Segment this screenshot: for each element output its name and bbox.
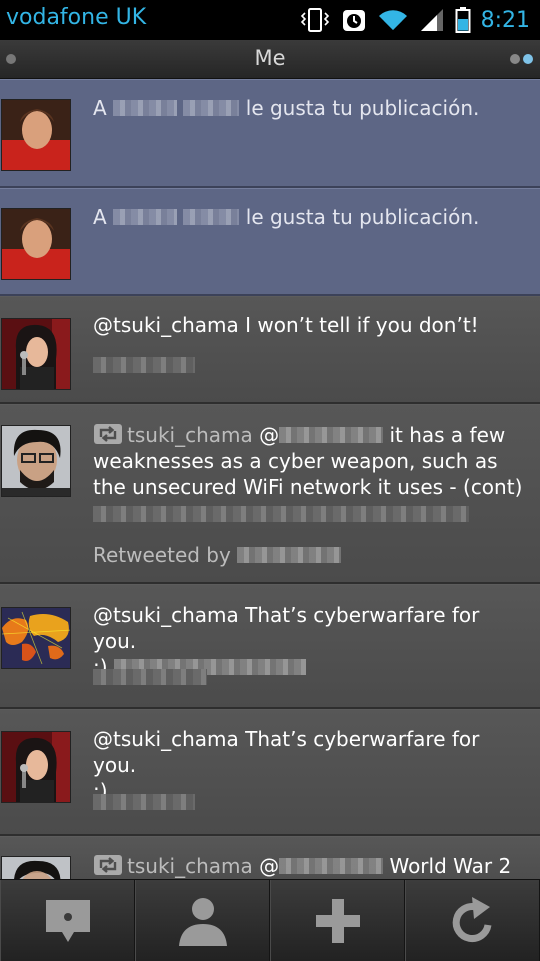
battery-icon — [455, 7, 471, 33]
notification-item[interactable]: A le gusta tu publicación. — [0, 188, 540, 296]
avatar[interactable] — [1, 318, 71, 390]
tweet-item[interactable]: tsuki_chama @ World War 2 — [0, 836, 540, 879]
compose-tab-button[interactable] — [0, 880, 135, 961]
bottom-toolbar — [0, 879, 540, 961]
profile-tab-button[interactable] — [135, 880, 270, 961]
alarm-icon — [342, 10, 365, 31]
tweet-item[interactable]: @tsuki_chama That’s cyberwarfare for you… — [0, 709, 540, 836]
title-bar: Me — [0, 40, 540, 79]
tweet-text: @tsuki_chama I won’t tell if you don’t! — [93, 313, 479, 337]
plus-icon — [315, 898, 360, 943]
avatar[interactable] — [1, 731, 71, 803]
tweet-text: @tsuki_chama That’s cyberwarfare for you… — [93, 727, 480, 803]
avatar[interactable] — [1, 425, 71, 497]
notification-item[interactable]: A le gusta tu publicación. — [0, 79, 540, 188]
add-tab-button[interactable] — [270, 880, 405, 961]
retweeted-by-label: Retweeted by — [93, 542, 528, 568]
avatar[interactable] — [1, 99, 71, 171]
timeline-feed[interactable]: A le gusta tu publicación. A le gusta tu… — [0, 79, 540, 879]
person-icon — [178, 897, 227, 946]
retweet-icon — [94, 424, 122, 444]
avatar[interactable] — [1, 856, 71, 879]
tweet-item[interactable]: @tsuki_chama I won’t tell if you don’t! — [0, 296, 540, 404]
speech-bubble-icon — [45, 899, 90, 942]
avatar[interactable] — [1, 208, 71, 280]
tweet-link-redacted — [93, 506, 469, 522]
refresh-icon — [452, 896, 491, 942]
tweet-timestamp-redacted — [93, 357, 195, 373]
tweet-timestamp-redacted — [93, 669, 207, 685]
page-title: Me — [254, 46, 286, 70]
page-indicator-dot — [510, 54, 520, 64]
vibrate-icon — [300, 8, 329, 32]
carrier-name: vodafone UK — [6, 5, 147, 30]
tweet-item[interactable]: tsuki_chama @ it has a few weaknesses as… — [0, 404, 540, 584]
tweet-text: tsuki_chama @ World War 2 — [93, 853, 528, 879]
tweet-text: tsuki_chama @ it has a few weaknesses as… — [93, 423, 523, 499]
signal-icon — [420, 9, 443, 31]
tweet-item[interactable]: @tsuki_chama That’s cyberwarfare for you… — [0, 584, 540, 709]
notification-text: A le gusta tu publicación. — [93, 96, 480, 120]
status-icons: 8:21 — [299, 4, 530, 36]
refresh-tab-button[interactable] — [405, 880, 540, 961]
wifi-icon — [378, 10, 407, 30]
page-indicator-dot-active — [523, 54, 533, 64]
retweet-icon — [94, 855, 122, 875]
notification-text: A le gusta tu publicación. — [93, 205, 480, 229]
status-bar: vodafone UK 8:21 — [0, 0, 540, 40]
tweet-timestamp-redacted — [93, 794, 195, 810]
avatar[interactable] — [1, 607, 71, 669]
clock: 8:21 — [480, 7, 530, 33]
